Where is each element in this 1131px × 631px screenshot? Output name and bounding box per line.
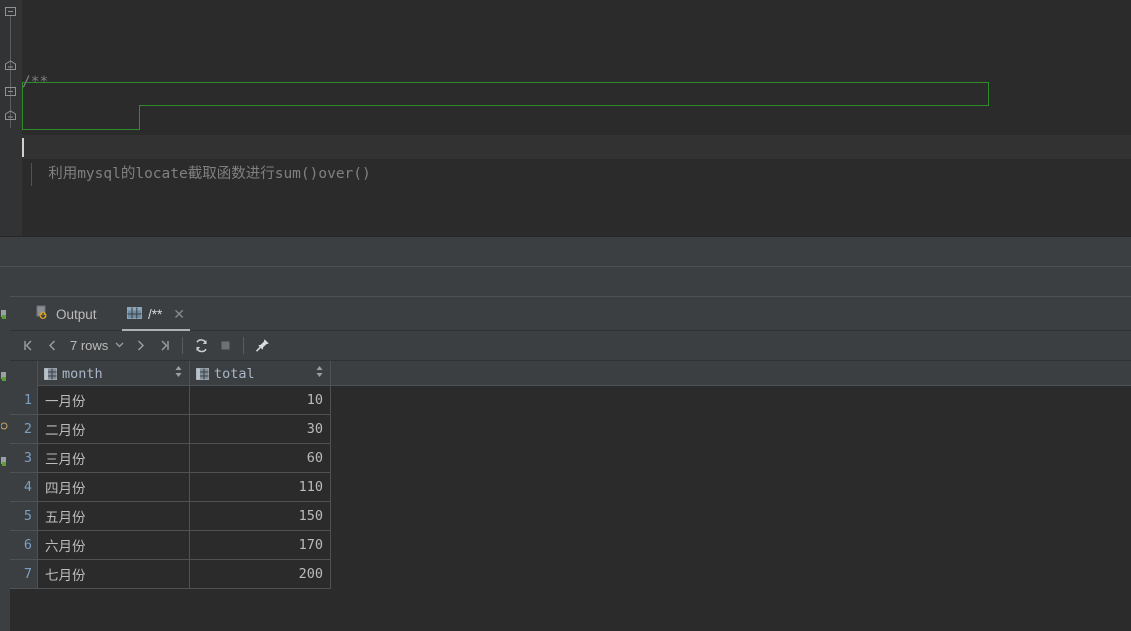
pin-icon[interactable] (250, 333, 274, 359)
table-row[interactable]: 3 三月份 60 (10, 444, 1131, 473)
comment-body: 利用mysql的locate截取函数进行sum()over() (22, 166, 371, 182)
idea-sql-window: /** 利用mysql的locate截取函数进行sum()over() */ s… (0, 0, 1131, 631)
rownum-header-cell (10, 361, 38, 386)
tree-node-icon[interactable] (1, 451, 9, 466)
column-type-icon (44, 367, 57, 380)
fold-marker-collapse-icon[interactable] (3, 4, 18, 19)
tree-node-icon[interactable] (1, 304, 9, 319)
comment-open: /** (22, 74, 49, 90)
cell-month[interactable]: 三月份 (38, 444, 190, 473)
stop-icon[interactable] (213, 333, 237, 359)
table-row[interactable]: 6 六月份 170 (10, 531, 1131, 560)
cell-total[interactable]: 30 (190, 415, 331, 444)
result-grid[interactable]: month total 1 一月份 10 2 二月份 30 3 三月份 60 4… (10, 361, 1131, 631)
next-page-icon[interactable] (128, 333, 152, 359)
refresh-icon[interactable] (189, 333, 213, 359)
cell-month[interactable]: 四月份 (38, 473, 190, 502)
sort-toggle-icon[interactable] (174, 365, 183, 382)
results-tabbar: Output /** ✕ (10, 297, 1131, 331)
toolbar-separator-1 (182, 337, 184, 354)
table-grid-icon (127, 306, 142, 323)
cell-total[interactable]: 200 (190, 560, 331, 589)
table-row[interactable]: 1 一月份 10 (10, 386, 1131, 415)
editor-gutter[interactable] (0, 0, 22, 236)
cell-month[interactable]: 五月份 (38, 502, 190, 531)
rows-count-dropdown[interactable]: 7 rows (64, 338, 128, 353)
row-number: 4 (10, 473, 38, 502)
table-row[interactable]: 5 五月份 150 (10, 502, 1131, 531)
column-header-month[interactable]: month (38, 361, 190, 386)
row-number: 7 (10, 560, 38, 589)
cell-month[interactable]: 二月份 (38, 415, 190, 444)
results-toolbar: 7 rows (10, 331, 1131, 361)
sort-toggle-icon[interactable] (315, 365, 324, 382)
fold-marker-end-icon[interactable] (3, 58, 18, 73)
column-header-total-label: total (214, 365, 255, 382)
cell-total[interactable]: 60 (190, 444, 331, 473)
close-icon[interactable]: ✕ (173, 307, 185, 321)
toolbar-separator-2 (243, 337, 245, 354)
grid-header-row: month total (10, 361, 1131, 386)
cell-month[interactable]: 七月份 (38, 560, 190, 589)
prev-page-icon[interactable] (40, 333, 64, 359)
tree-node-circle-icon[interactable] (0, 416, 9, 430)
rows-count-label: 7 rows (70, 338, 109, 353)
tab-query-result-label: /** (148, 306, 163, 322)
column-header-month-label: month (62, 365, 103, 382)
cell-total[interactable]: 110 (190, 473, 331, 502)
tab-output-label: Output (56, 306, 97, 322)
column-type-icon (196, 367, 209, 380)
cell-total[interactable]: 170 (190, 531, 331, 560)
chevron-down-icon (114, 338, 125, 353)
row-number: 3 (10, 444, 38, 473)
tab-query-result[interactable]: /** ✕ (118, 297, 194, 331)
tree-node-icon[interactable] (1, 366, 9, 381)
collapsed-panel-strip[interactable]: es (0, 266, 1131, 552)
current-statement-highlight-mid (139, 105, 989, 106)
table-row[interactable]: 4 四月份 110 (10, 473, 1131, 502)
editor-code-area[interactable]: /** 利用mysql的locate截取函数进行sum()over() */ s… (22, 0, 1131, 458)
cell-month[interactable]: 一月份 (38, 386, 190, 415)
cell-total[interactable]: 150 (190, 502, 331, 531)
text-caret (22, 138, 24, 157)
table-row[interactable]: 7 七月份 200 (10, 560, 1131, 589)
fold-marker-statement-end-icon[interactable] (3, 108, 18, 123)
cell-month[interactable]: 六月份 (38, 531, 190, 560)
last-page-icon[interactable] (152, 333, 176, 359)
current-statement-highlight-bottom (22, 106, 140, 130)
cell-total[interactable]: 10 (190, 386, 331, 415)
output-console-icon (35, 305, 50, 323)
row-number: 1 (10, 386, 38, 415)
row-number: 2 (10, 415, 38, 444)
fold-marker-statement-icon[interactable] (3, 84, 18, 99)
indent-guide (31, 163, 32, 186)
row-number: 6 (10, 531, 38, 560)
code-line-1: /** (22, 71, 1131, 94)
column-header-total[interactable]: total (190, 361, 331, 386)
sql-editor[interactable]: /** 利用mysql的locate截取函数进行sum()over() */ s… (0, 0, 1131, 458)
database-tree-sliver[interactable] (0, 296, 10, 631)
code-line-2: 利用mysql的locate截取函数进行sum()over() (22, 163, 1131, 186)
row-number: 5 (10, 502, 38, 531)
results-panel: Output /** ✕ 7 rows month total 1 一月份 10… (10, 296, 1131, 631)
editor-bottom-strip (0, 236, 1131, 266)
table-row[interactable]: 2 二月份 30 (10, 415, 1131, 444)
first-page-icon[interactable] (16, 333, 40, 359)
tab-output[interactable]: Output (26, 297, 106, 331)
